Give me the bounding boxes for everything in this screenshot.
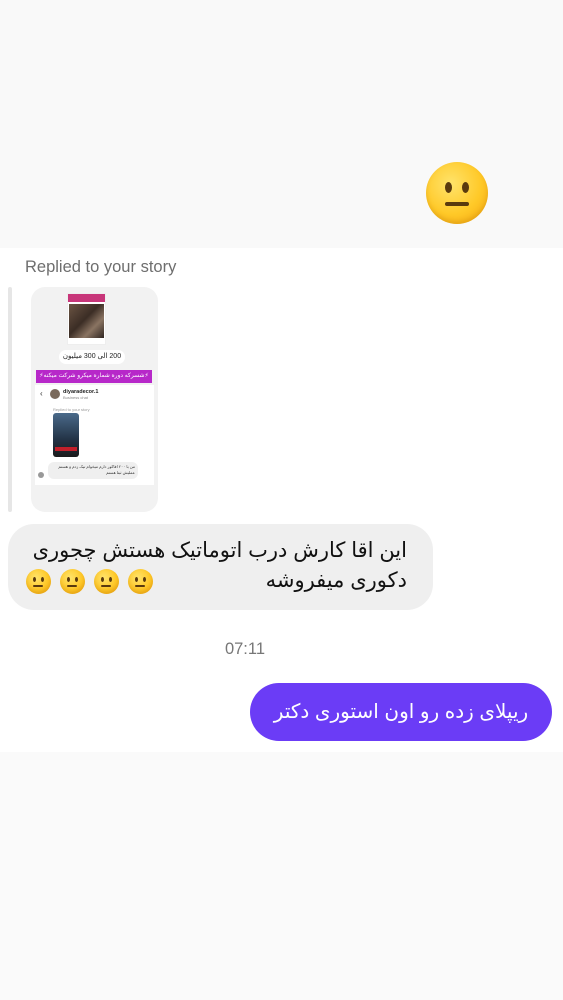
emoji-eye xyxy=(101,577,104,582)
emoji-mouth xyxy=(33,585,43,587)
story-card-header xyxy=(68,294,105,302)
emoji-eye xyxy=(462,182,469,193)
emoji-eye xyxy=(67,577,70,582)
emoji-eye xyxy=(33,577,36,582)
sent-message-bubble[interactable]: ریپلای زده رو اون استوری دکتر xyxy=(250,683,552,741)
neutral-face-emoji xyxy=(128,569,153,594)
story-preview-thumbnail[interactable]: 200 الی 300 میلیون ⚡شسرکه دوره شماره میک… xyxy=(31,287,158,512)
sent-message-text: ریپلای زده رو اون استوری دکتر xyxy=(273,701,529,723)
story-user-subtitle: Business chat xyxy=(63,395,88,400)
emoji-eye xyxy=(135,577,138,582)
story-mini-photo xyxy=(53,413,79,457)
neutral-face-emoji xyxy=(94,569,119,594)
avatar xyxy=(50,389,60,399)
story-price-label: 200 الی 300 میلیون xyxy=(59,350,125,364)
empty-chat-area xyxy=(0,752,563,1000)
story-promo-banner: ⚡شسرکه دوره شماره میکرو شرکت میکنه⚡ xyxy=(36,370,152,383)
emoji-mouth xyxy=(445,202,469,206)
story-product-card xyxy=(67,293,106,345)
story-mini-photo-caption xyxy=(55,447,77,451)
emoji-eye xyxy=(41,577,44,582)
message-timestamp: 07:11 xyxy=(224,640,266,658)
story-embedded-chat-screenshot: ‹ diyaradecor.1 Business chat Replied to… xyxy=(35,385,154,485)
emoji-eye xyxy=(109,577,112,582)
emoji-mouth xyxy=(135,585,145,587)
avatar xyxy=(38,472,44,478)
emoji-eye xyxy=(75,577,78,582)
reply-indicator-bar xyxy=(8,287,12,512)
emoji-eye xyxy=(143,577,146,582)
received-message-bubble[interactable]: این اقا کارش درب اتوماتیک هستش چجوری دکو… xyxy=(8,524,433,610)
replied-to-story-label: Replied to your story xyxy=(25,258,177,276)
emoji-mouth xyxy=(67,585,77,587)
neutral-face-emoji xyxy=(26,569,51,594)
emoji-mouth xyxy=(101,585,111,587)
neutral-face-emoji xyxy=(60,569,85,594)
neutral-face-emoji-message[interactable] xyxy=(426,162,488,224)
emoji-eye xyxy=(445,182,452,193)
story-product-photo xyxy=(69,304,104,338)
chevron-left-icon: ‹ xyxy=(40,389,43,398)
received-message-emojis xyxy=(26,569,168,595)
story-mini-message: من با ۲۰۰ افاکور دارم میخوام تیک زدم و ه… xyxy=(48,462,138,479)
story-mini-replied-label: Replied to your story xyxy=(53,407,90,412)
